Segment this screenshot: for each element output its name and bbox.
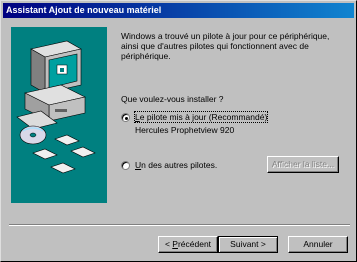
driver-name: Hercules Prophetview 920 bbox=[135, 125, 235, 135]
next-button[interactable]: Suivant > bbox=[218, 236, 278, 253]
back-button-label: récédent bbox=[177, 239, 212, 249]
intro-line: périphérique. bbox=[121, 51, 171, 61]
back-button[interactable]: < Précédent bbox=[158, 236, 218, 253]
wizard-window: Assistant Ajout de nouveau matériel Wind… bbox=[0, 0, 357, 262]
other-drivers-option[interactable]: Un des autres pilotes. bbox=[135, 160, 217, 170]
title-bar: Assistant Ajout de nouveau matériel bbox=[3, 3, 354, 18]
intro-line: ainsi que d'autres pilotes qui fonctionn… bbox=[121, 41, 309, 51]
radio-selected-dot bbox=[124, 116, 128, 120]
wizard-illustration bbox=[11, 27, 107, 203]
updated-driver-label: Le pilote mis à jour (Recommandé) bbox=[133, 111, 269, 123]
intro-text: Windows a trouvé un pilote à jour pour c… bbox=[121, 31, 329, 61]
window-title: Assistant Ajout de nouveau matériel bbox=[6, 5, 162, 15]
separator bbox=[9, 224, 350, 226]
cd-icon bbox=[19, 125, 47, 145]
updated-driver-option[interactable]: Le pilote mis à jour (Recommandé) bbox=[133, 111, 269, 123]
updated-driver-radio[interactable] bbox=[121, 113, 130, 122]
option-label-text: e pilote mis à jour (Recommandé) bbox=[139, 112, 268, 122]
cancel-button[interactable]: Annuler bbox=[288, 236, 348, 253]
show-list-button[interactable]: Afficher la liste... bbox=[267, 156, 339, 173]
intro-line: Windows a trouvé un pilote à jour pour c… bbox=[121, 31, 330, 41]
option-label-text: n des autres pilotes. bbox=[141, 160, 218, 170]
other-drivers-radio[interactable] bbox=[121, 161, 130, 170]
question-label: Que voulez-vous installer ? bbox=[121, 94, 224, 104]
